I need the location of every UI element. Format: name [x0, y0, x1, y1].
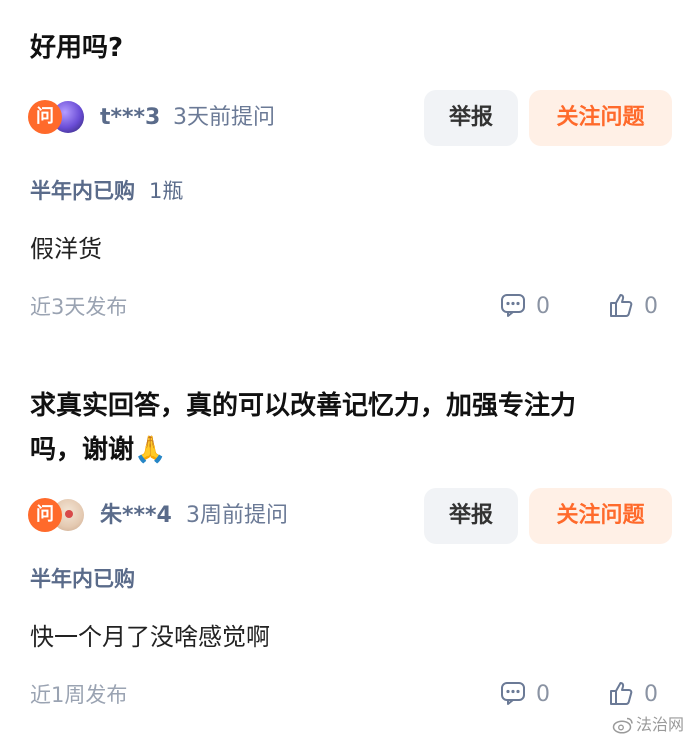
asker-name[interactable]: 朱***4 [100, 488, 172, 544]
purchase-info: 半年内已购 1瓶 [30, 176, 183, 206]
report-button[interactable]: 举报 [424, 488, 518, 544]
ask-time: 3天前提问 [173, 105, 275, 130]
thumbs-up-icon [610, 294, 633, 317]
avatar-group: 问 [28, 498, 86, 532]
avatar-group: 问 [28, 100, 86, 134]
ask-time: 3周前提问 [186, 503, 288, 528]
like-count: 0 [644, 682, 658, 707]
like-count: 0 [644, 294, 658, 319]
answer-meta: 近3天发布 0 0 [30, 290, 670, 324]
watermark-text: 法治网 [636, 715, 685, 734]
question-title[interactable]: 好用吗? [30, 26, 670, 70]
qa-card-1: 好用吗? 问 t***3 3天前提问 举报 关注问题 半年内已购 1瓶 假洋货 近… [0, 0, 700, 350]
publish-time: 近3天发布 [30, 295, 128, 319]
weibo-icon [612, 717, 633, 734]
qa-card-2: 求真实回答，真的可以改善记忆力，加强专注力 吗，谢谢🙏 问 朱***4 3周前提… [0, 350, 700, 744]
comment-count: 0 [536, 294, 550, 319]
question-badge: 问 [28, 498, 62, 532]
purchase-info: 半年内已购 [30, 564, 135, 594]
comment-count: 0 [536, 682, 550, 707]
question-title[interactable]: 求真实回答，真的可以改善记忆力，加强专注力 吗，谢谢🙏 [30, 384, 670, 472]
purchase-status: 半年内已购 [30, 567, 135, 591]
report-button[interactable]: 举报 [424, 90, 518, 146]
question-badge: 问 [28, 100, 62, 134]
answer-meta: 近1周发布 0 0 [30, 678, 670, 712]
purchase-quantity: 1瓶 [149, 179, 184, 203]
question-title-line-2: 吗，谢谢🙏 [30, 435, 167, 465]
purchase-status: 半年内已购 [30, 179, 135, 203]
question-title-line-1: 求真实回答，真的可以改善记忆力，加强专注力 [30, 391, 577, 421]
asker-row: 问 朱***4 3周前提问 举报 关注问题 [28, 488, 672, 544]
answer-text[interactable]: 假洋货 [30, 232, 102, 266]
asker-name[interactable]: t***3 [100, 90, 160, 146]
asker-row: 问 t***3 3天前提问 举报 关注问题 [28, 90, 672, 146]
comment-icon [501, 294, 525, 317]
thumbs-up-icon [610, 682, 633, 705]
answer-text[interactable]: 快一个月了没啥感觉啊 [30, 620, 270, 654]
follow-question-button[interactable]: 关注问题 [529, 488, 672, 544]
publish-time: 近1周发布 [30, 683, 128, 707]
comment-icon [501, 682, 525, 705]
follow-question-button[interactable]: 关注问题 [529, 90, 672, 146]
